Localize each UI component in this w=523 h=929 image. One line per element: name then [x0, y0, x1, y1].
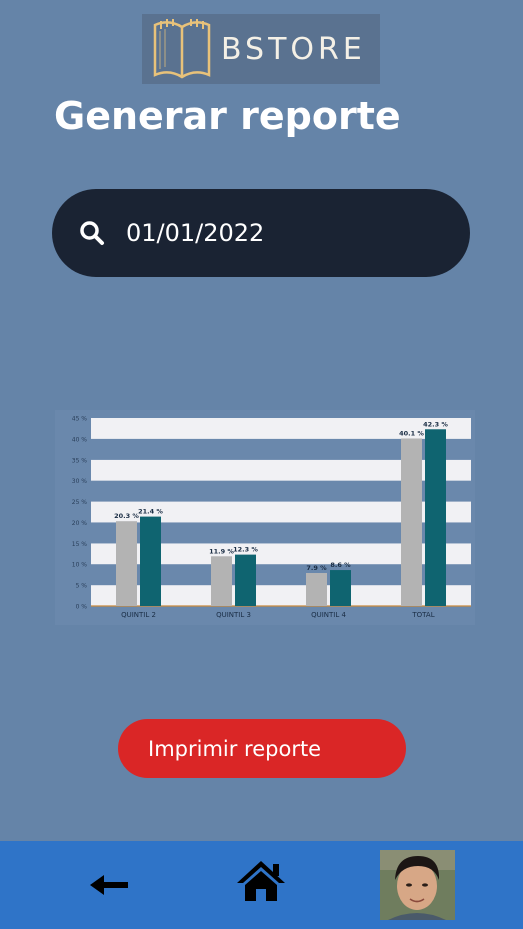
- y-tick-label: 30 %: [72, 478, 88, 485]
- chart-bar: [425, 429, 446, 606]
- chart-bar: [306, 572, 327, 606]
- book-icon: [153, 19, 211, 79]
- x-category-label: QUINTIL 4: [311, 611, 346, 619]
- chart-bar: [116, 521, 137, 606]
- bar-data-label: 20.3 %: [114, 512, 139, 520]
- page-title: Generar reporte: [54, 94, 401, 138]
- print-report-button[interactable]: Imprimir reporte: [118, 719, 406, 778]
- chart-bar: [211, 556, 232, 606]
- date-search-bar[interactable]: [52, 189, 470, 277]
- user-photo: [380, 850, 455, 920]
- date-input[interactable]: [124, 218, 428, 248]
- y-tick-label: 0 %: [76, 604, 88, 611]
- report-bar-chart: 0 % 5 % 10 % 15 % 20 % 25 % 30 % 35 % 40 % 45 % 20…: [55, 410, 475, 625]
- arrow-left-icon[interactable]: [88, 871, 132, 899]
- home-icon[interactable]: [235, 859, 287, 903]
- y-tick-label: 35 %: [72, 457, 88, 464]
- chart-bar: [401, 438, 422, 606]
- y-tick-label: 10 %: [72, 562, 88, 569]
- y-tick-label: 45 %: [72, 416, 88, 423]
- search-icon: [80, 221, 104, 245]
- y-tick-label: 5 %: [76, 583, 88, 590]
- y-tick-label: 20 %: [72, 520, 88, 527]
- x-category-label: TOTAL: [411, 611, 434, 619]
- chart-bar: [330, 570, 351, 606]
- logo-text: BSTORE: [221, 31, 366, 67]
- y-tick-label: 15 %: [72, 541, 88, 548]
- x-category-label: QUINTIL 2: [121, 611, 156, 619]
- bar-data-label: 42.3 %: [423, 420, 448, 428]
- bar-data-label: 8.6 %: [330, 561, 351, 569]
- y-tick-label: 40 %: [72, 436, 88, 443]
- bar-data-label: 11.9 %: [209, 547, 234, 555]
- bar-data-label: 21.4 %: [138, 508, 163, 516]
- chart-bar: [235, 554, 256, 606]
- x-category-label: QUINTIL 3: [216, 611, 251, 619]
- app-logo: BSTORE: [142, 14, 380, 84]
- bar-data-label: 7.9 %: [306, 564, 327, 572]
- bar-data-label: 12.3 %: [233, 546, 258, 554]
- bottom-navigation-bar: [0, 841, 523, 929]
- chart-bar: [140, 516, 161, 606]
- y-tick-label: 25 %: [72, 499, 88, 506]
- bar-data-label: 40.1 %: [399, 429, 424, 437]
- avatar[interactable]: [380, 850, 455, 920]
